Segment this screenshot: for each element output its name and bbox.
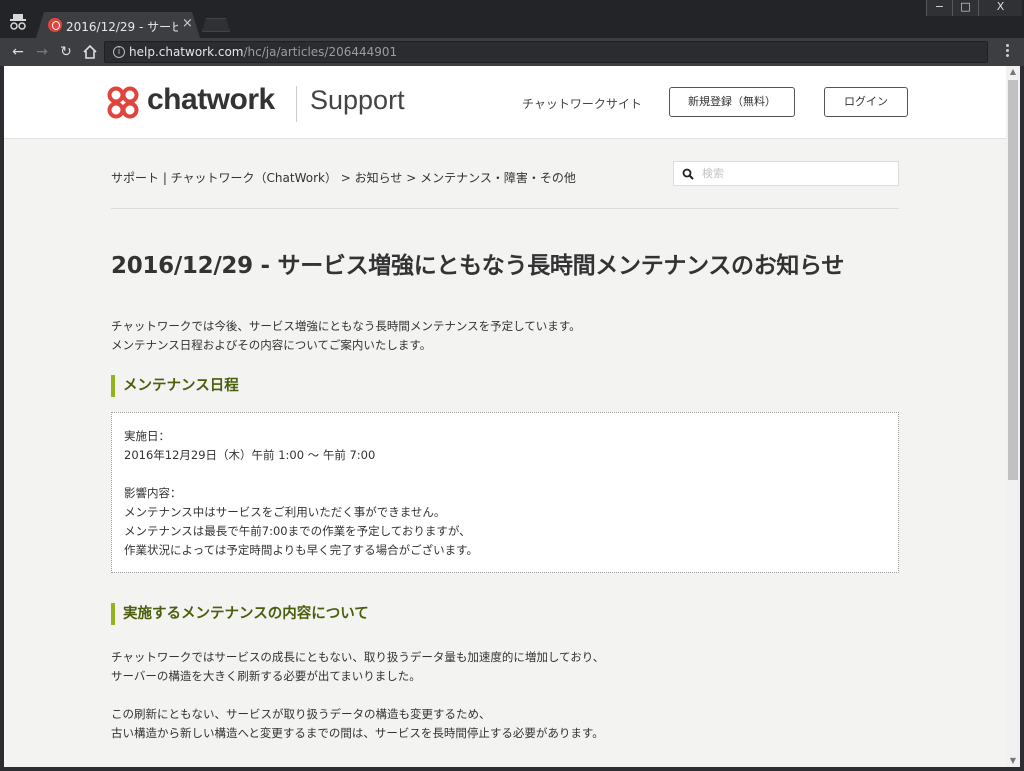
window-close-button[interactable]: X [978,0,1022,16]
search-box [673,161,899,186]
intro-line: メンテナンス日程およびその内容についてご案内いたします。 [111,338,432,352]
chatwork-logo-icon[interactable] [104,84,142,122]
forward-arrow-icon[interactable]: → [34,44,50,60]
browser-menu-icon[interactable] [1006,44,1010,60]
home-icon[interactable] [82,44,98,60]
page-title: 2016/12/29 - サービス増強にともなう長時間メンテナンスのお知らせ [111,253,845,279]
page-viewport: chatwork Support チャットワークサイト 新規登録（無料） ログイ… [4,66,1006,767]
reload-icon[interactable]: ↻ [58,44,74,60]
browser-titlebar: 2016/12/29 - サービス × − □ X [0,0,1024,38]
date-value: 2016年12月29日（木）午前 1:00 ～ 午前 7:00 [124,448,376,462]
logo-support-text[interactable]: Support [310,85,405,116]
schedule-box: 実施日： 2016年12月29日（木）午前 1:00 ～ 午前 7:00 影響内… [111,412,899,573]
body-line: チャットワークではサービスの成長にともない、取り扱うデータ量も加速度的に増加して… [111,650,605,664]
date-label: 実施日： [124,429,170,443]
minimize-button[interactable]: − [926,0,952,16]
intro-paragraph: チャットワークでは今後、サービス増強にともなう長時間メンテナンスを予定しています… [111,317,581,355]
impact-label: 影響内容： [124,486,182,500]
breadcrumb-separator: > [402,171,421,185]
breadcrumb-separator: > [336,171,355,185]
breadcrumb-item-support[interactable]: サポート | チャットワーク（ChatWork） [111,171,337,185]
incognito-icon [10,14,26,30]
site-info-icon[interactable]: i [113,46,125,58]
back-arrow-icon[interactable]: ← [10,44,26,60]
scrollbar-thumb[interactable] [1008,80,1018,480]
page-scrollbar[interactable]: ▲ ▼ [1006,66,1020,767]
scroll-up-arrow-icon[interactable]: ▲ [1006,66,1020,78]
body-line: サーバーの構造を大きく刷新する必要が出てまいりました。 [111,669,421,683]
maximize-button[interactable]: □ [952,0,978,16]
search-input[interactable] [702,164,892,183]
impact-line: メンテナンス中はサービスをご利用いただく事ができません。 [124,505,446,519]
login-button[interactable]: ログイン [824,87,908,117]
chatwork-site-link[interactable]: チャットワークサイト [522,95,642,112]
impact-line: メンテナンスは最長で午前7:00までの作業を予定しておりますが、 [124,524,471,538]
url-host: help.chatwork.com [129,45,244,59]
breadcrumb-divider [111,208,899,209]
scroll-down-arrow-icon[interactable]: ▼ [1006,755,1020,767]
breadcrumb-item-maintenance[interactable]: メンテナンス・障害・その他 [420,171,576,185]
new-tab-button[interactable] [202,18,230,32]
impact-line: 作業状況によっては予定時間よりも早く完了する場合がございます。 [124,543,478,557]
details-paragraph-2: この刷新にともない、サービスが取り扱うデータの構造も変更するため、 古い構造から… [111,705,604,743]
body-line: 古い構造から新しい構造へと変更するまでの間は、サービスを長時間停止する必要があり… [111,726,604,740]
logo-text[interactable]: chatwork [147,83,275,117]
breadcrumb: サポート | チャットワーク（ChatWork） > お知らせ > メンテナンス… [111,169,576,186]
browser-toolbar: ← → ↻ i help.chatwork.com/hc/ja/articles… [0,38,1024,66]
tab-title: 2016/12/29 - サービス [66,20,178,34]
register-button[interactable]: 新規登録（無料） [669,87,795,117]
tab-close-icon[interactable]: × [182,16,193,31]
browser-tab-active[interactable]: 2016/12/29 - サービス × [36,12,200,38]
section-heading-details: 実施するメンテナンスの内容について [111,603,369,625]
details-paragraph-1: チャットワークではサービスの成長にともない、取り扱うデータ量も加速度的に増加して… [111,648,604,686]
search-icon [682,168,694,180]
logo-divider [296,86,297,122]
site-header: chatwork Support チャットワークサイト 新規登録（無料） ログイ… [4,66,1006,139]
intro-line: チャットワークでは今後、サービス増強にともなう長時間メンテナンスを予定しています… [111,319,581,333]
url-text: help.chatwork.com/hc/ja/articles/2064449… [129,45,397,59]
address-bar[interactable]: i help.chatwork.com/hc/ja/articles/20644… [104,41,988,63]
window-controls: − □ X [926,0,1022,16]
url-path: /hc/ja/articles/206444901 [243,45,398,59]
section-heading-schedule: メンテナンス日程 [111,375,239,397]
chatwork-favicon-icon [48,18,62,32]
body-line: この刷新にともない、サービスが取り扱うデータの構造も変更するため、 [111,707,491,721]
breadcrumb-item-news[interactable]: お知らせ [355,171,403,185]
